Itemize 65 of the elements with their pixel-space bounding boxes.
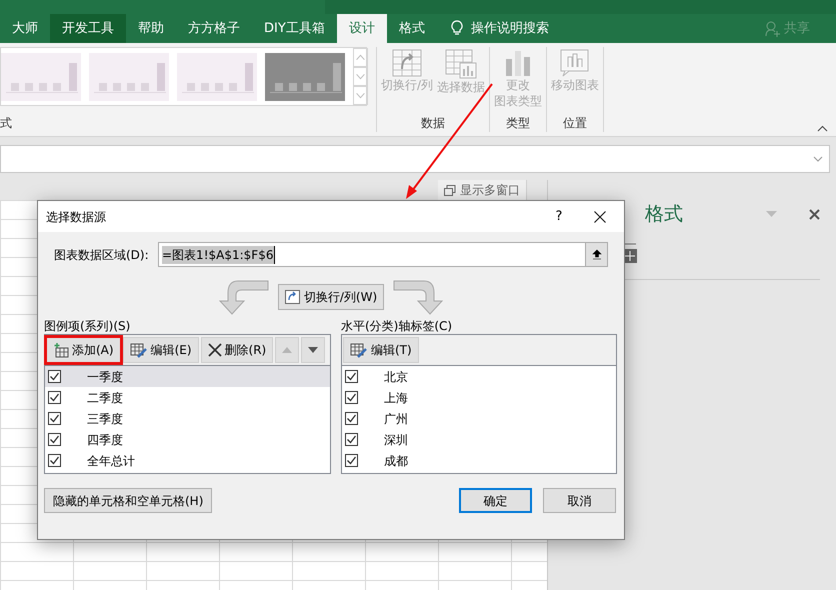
person-add-icon (765, 20, 780, 36)
dialog-title: 选择数据源 (46, 208, 106, 226)
data-range-field[interactable]: =图表1!$A$1:$F$6 (158, 242, 608, 267)
checkbox[interactable] (48, 433, 61, 446)
move-down-button[interactable] (301, 337, 326, 363)
table-chart-icon (445, 49, 478, 79)
checkbox[interactable] (48, 391, 61, 404)
down-triangle-icon (308, 347, 318, 353)
list-item[interactable]: 一季度 (45, 366, 330, 387)
ribbon-tab[interactable]: 设计 (336, 14, 387, 43)
pane-title: 格式 (645, 202, 683, 227)
chart-style-thumbnail[interactable] (265, 52, 345, 100)
expand-caret-icon[interactable] (813, 156, 823, 162)
window-button[interactable]: 显示多窗口 (438, 180, 527, 200)
chart-style-thumbnail[interactable] (1, 52, 81, 100)
group-label: 类型 (506, 115, 530, 132)
section-label: 水平(分类)轴标签(C) (341, 318, 454, 334)
toolbar-button[interactable]: 删除(R) (200, 337, 274, 363)
checkbox[interactable] (48, 454, 61, 467)
group-label: 式 (0, 115, 13, 132)
checkbox[interactable] (345, 433, 358, 446)
switch-row-column-button[interactable]: 切换行/列(W) (278, 284, 384, 310)
checkbox[interactable] (48, 370, 61, 383)
ribbon-tab[interactable]: 方方格子 (176, 14, 252, 43)
chart-frame-icon (560, 49, 590, 77)
checkbox[interactable] (345, 412, 358, 425)
lightbulb-icon (450, 20, 463, 37)
ribbon-tab[interactable]: DIY工具箱 (252, 14, 337, 43)
window-icon (444, 184, 456, 196)
group-label: 位置 (563, 115, 588, 132)
checkbox[interactable] (48, 412, 61, 425)
ribbon-tab[interactable]: 开发工具 (50, 14, 126, 43)
checkbox[interactable] (345, 391, 358, 404)
checkbox[interactable] (345, 454, 358, 467)
hidden-cells-button[interactable]: 隐藏的单元格和空单元格(H) (44, 488, 212, 513)
cancel-button[interactable]: 取消 (543, 488, 616, 513)
help-button[interactable]: ? (544, 206, 574, 226)
collapse-caret-icon[interactable] (817, 125, 828, 132)
add-table-icon (53, 342, 69, 358)
toolbar-button[interactable]: 添加(A) (46, 337, 121, 363)
upload-arrow-icon (592, 249, 602, 260)
toolbar-button[interactable]: 编辑(T) (343, 337, 419, 363)
bar-chart-icon (505, 49, 532, 77)
table-swap-icon (392, 49, 422, 77)
up-triangle-icon (282, 347, 292, 353)
tell-me-search[interactable]: 操作说明搜索 (470, 18, 549, 38)
collapse-dialog-button[interactable] (585, 243, 607, 266)
chart-style-thumbnail[interactable] (89, 52, 169, 100)
table-swap-icon (284, 290, 300, 304)
delete-icon (208, 343, 222, 357)
edit-table-icon (350, 342, 368, 358)
chart-style-thumbnail[interactable] (177, 52, 257, 100)
close-icon[interactable] (809, 208, 820, 220)
group-label: 数据 (421, 115, 446, 132)
ribbon-tab[interactable]: 帮助 (126, 14, 176, 43)
ribbon-tab[interactable]: 大师 (0, 14, 50, 43)
checkbox[interactable] (345, 370, 358, 383)
section-label: 图例项(系列)(S) (44, 318, 132, 334)
formula-field[interactable] (0, 144, 830, 172)
edit-table-icon (130, 342, 148, 358)
ribbon-tab[interactable]: 格式 (386, 14, 437, 43)
ok-button[interactable]: 确定 (459, 488, 532, 513)
close-icon[interactable] (594, 210, 606, 222)
toolbar-button[interactable]: 编辑(E) (122, 337, 199, 363)
field-label: 图表数据区域(D): (54, 246, 150, 264)
